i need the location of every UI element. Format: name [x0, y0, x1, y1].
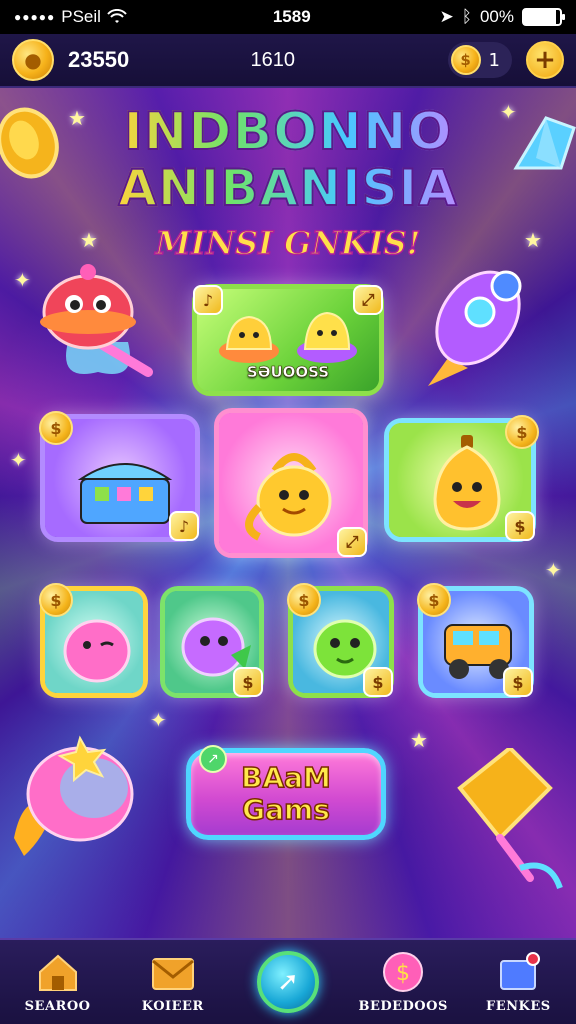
- sparkle-icon: ★: [410, 728, 428, 752]
- play-button-line-1: BAaM: [240, 761, 331, 795]
- battery-percent: 00%: [479, 7, 514, 26]
- home-icon: [35, 951, 81, 993]
- gold-coin-icon: [0, 107, 59, 179]
- status-right: ➤ ᛒ 00%: [439, 7, 565, 27]
- location-icon: ➤: [439, 7, 454, 26]
- game-tile-treasure[interactable]: $ ♪: [39, 411, 200, 542]
- wifi-icon: [107, 9, 127, 23]
- coin-badge: $: [417, 583, 451, 617]
- bonus-icon: $: [380, 951, 426, 993]
- coin-count: 23550: [68, 47, 130, 72]
- coin-badge: $: [39, 583, 73, 617]
- corner-badge: $: [233, 667, 263, 697]
- featured-game-tile[interactable]: ♪ ⤢ SƏUOOSS: [192, 284, 384, 396]
- play-button-line-2: Gams: [241, 793, 330, 827]
- carrier-name: PSeil: [61, 7, 101, 26]
- coin-badge: $: [39, 411, 73, 445]
- game-tile-car[interactable]: $ $: [417, 583, 534, 698]
- sparkle-icon: ✦: [545, 558, 562, 582]
- battery-fill: [524, 10, 557, 24]
- game-tile-frog[interactable]: $ $: [287, 583, 394, 698]
- game-tile-hippo[interactable]: $: [160, 586, 264, 698]
- nav-item-home[interactable]: SEAROO: [8, 951, 108, 1014]
- coin-badge: $: [505, 415, 539, 449]
- nav-label: FENKES: [486, 998, 551, 1014]
- nav-label: SEAROO: [24, 998, 91, 1014]
- title-line-2: ANIBANISIA: [0, 159, 576, 217]
- sparkle-icon: ✦: [10, 448, 27, 472]
- clock: 1589: [272, 7, 311, 26]
- battery-icon: [522, 8, 565, 26]
- sparkle-icon: ★: [68, 106, 86, 130]
- gem-counter[interactable]: $ 1: [447, 42, 512, 78]
- nav-item-inbox[interactable]: FENKES: [468, 951, 568, 1014]
- coin-icon[interactable]: ●: [12, 39, 54, 81]
- pear-character-icon: [433, 435, 501, 531]
- sparkle-icon: ★: [524, 228, 542, 252]
- middle-count: 1610: [250, 48, 296, 71]
- corner-badge: ⤢: [353, 285, 383, 315]
- corner-badge: ⤢: [337, 527, 367, 557]
- play-badge-icon: ↗: [199, 745, 227, 773]
- crystal-icon: [513, 116, 576, 170]
- add-currency-button[interactable]: +: [526, 41, 564, 79]
- nav-item-bonus[interactable]: $ BEDEDOOS: [353, 951, 453, 1014]
- bottom-navigation: SEAROO KOIEER ➚ $ BEDEDOOS FENKES: [0, 938, 576, 1024]
- play-area: INDBONNO ANIBANISIA MINSI GNKIS! ★ ✦ ★ ★…: [0, 88, 576, 938]
- jelly-character-icon: [14, 735, 134, 856]
- gem-count: 1: [488, 49, 500, 71]
- nav-item-mail[interactable]: KOIEER: [123, 951, 223, 1014]
- status-bar: ●●●●● PSeil 1589 ➤ ᛒ 00%: [0, 0, 576, 34]
- sparkle-icon: ★: [80, 228, 98, 252]
- corner-badge: $: [503, 667, 533, 697]
- nav-label: KOIEER: [141, 998, 204, 1014]
- sparkle-icon: ✦: [14, 268, 31, 292]
- gem-coin-icon: $: [450, 45, 481, 75]
- nav-item-play[interactable]: ➚: [238, 951, 338, 1013]
- kettle-character-icon: [245, 453, 332, 541]
- treasure-chest-icon: [77, 463, 173, 524]
- pink-blob-character-icon: [63, 619, 131, 683]
- currency-bar: ● 23550 1610 $ 1 +: [0, 34, 576, 88]
- title-line-1: INDBONNO: [0, 103, 576, 161]
- play-icon: ➚: [256, 951, 319, 1013]
- coin-badge: $: [287, 583, 321, 617]
- bluetooth-icon: ᛒ: [461, 7, 472, 26]
- game-tile-pear[interactable]: $ $: [384, 415, 539, 542]
- envelope-icon: [150, 951, 196, 993]
- status-left: ●●●●● PSeil: [14, 7, 204, 27]
- signal-strength-icon: ●●●●●: [14, 10, 56, 24]
- featured-tile-label: SƏUOOSS: [246, 363, 330, 382]
- corner-badge: ♪: [193, 285, 223, 315]
- corner-badge: ♪: [169, 511, 199, 541]
- game-tile-kettle[interactable]: ⤢: [214, 408, 368, 558]
- nav-label: BEDEDOOS: [358, 998, 448, 1014]
- play-games-button[interactable]: ↗ BAaM Gams: [186, 745, 386, 840]
- corner-badge: $: [505, 511, 535, 541]
- ufo-character-icon: [40, 264, 153, 377]
- game-tile-blob[interactable]: $: [39, 583, 148, 698]
- sparkle-icon: ✦: [150, 708, 167, 732]
- gold-kite-icon: [457, 748, 563, 890]
- svg-text:$: $: [396, 961, 410, 986]
- inbox-icon: [495, 951, 541, 993]
- corner-badge: $: [363, 667, 393, 697]
- rocket-icon: [428, 270, 522, 386]
